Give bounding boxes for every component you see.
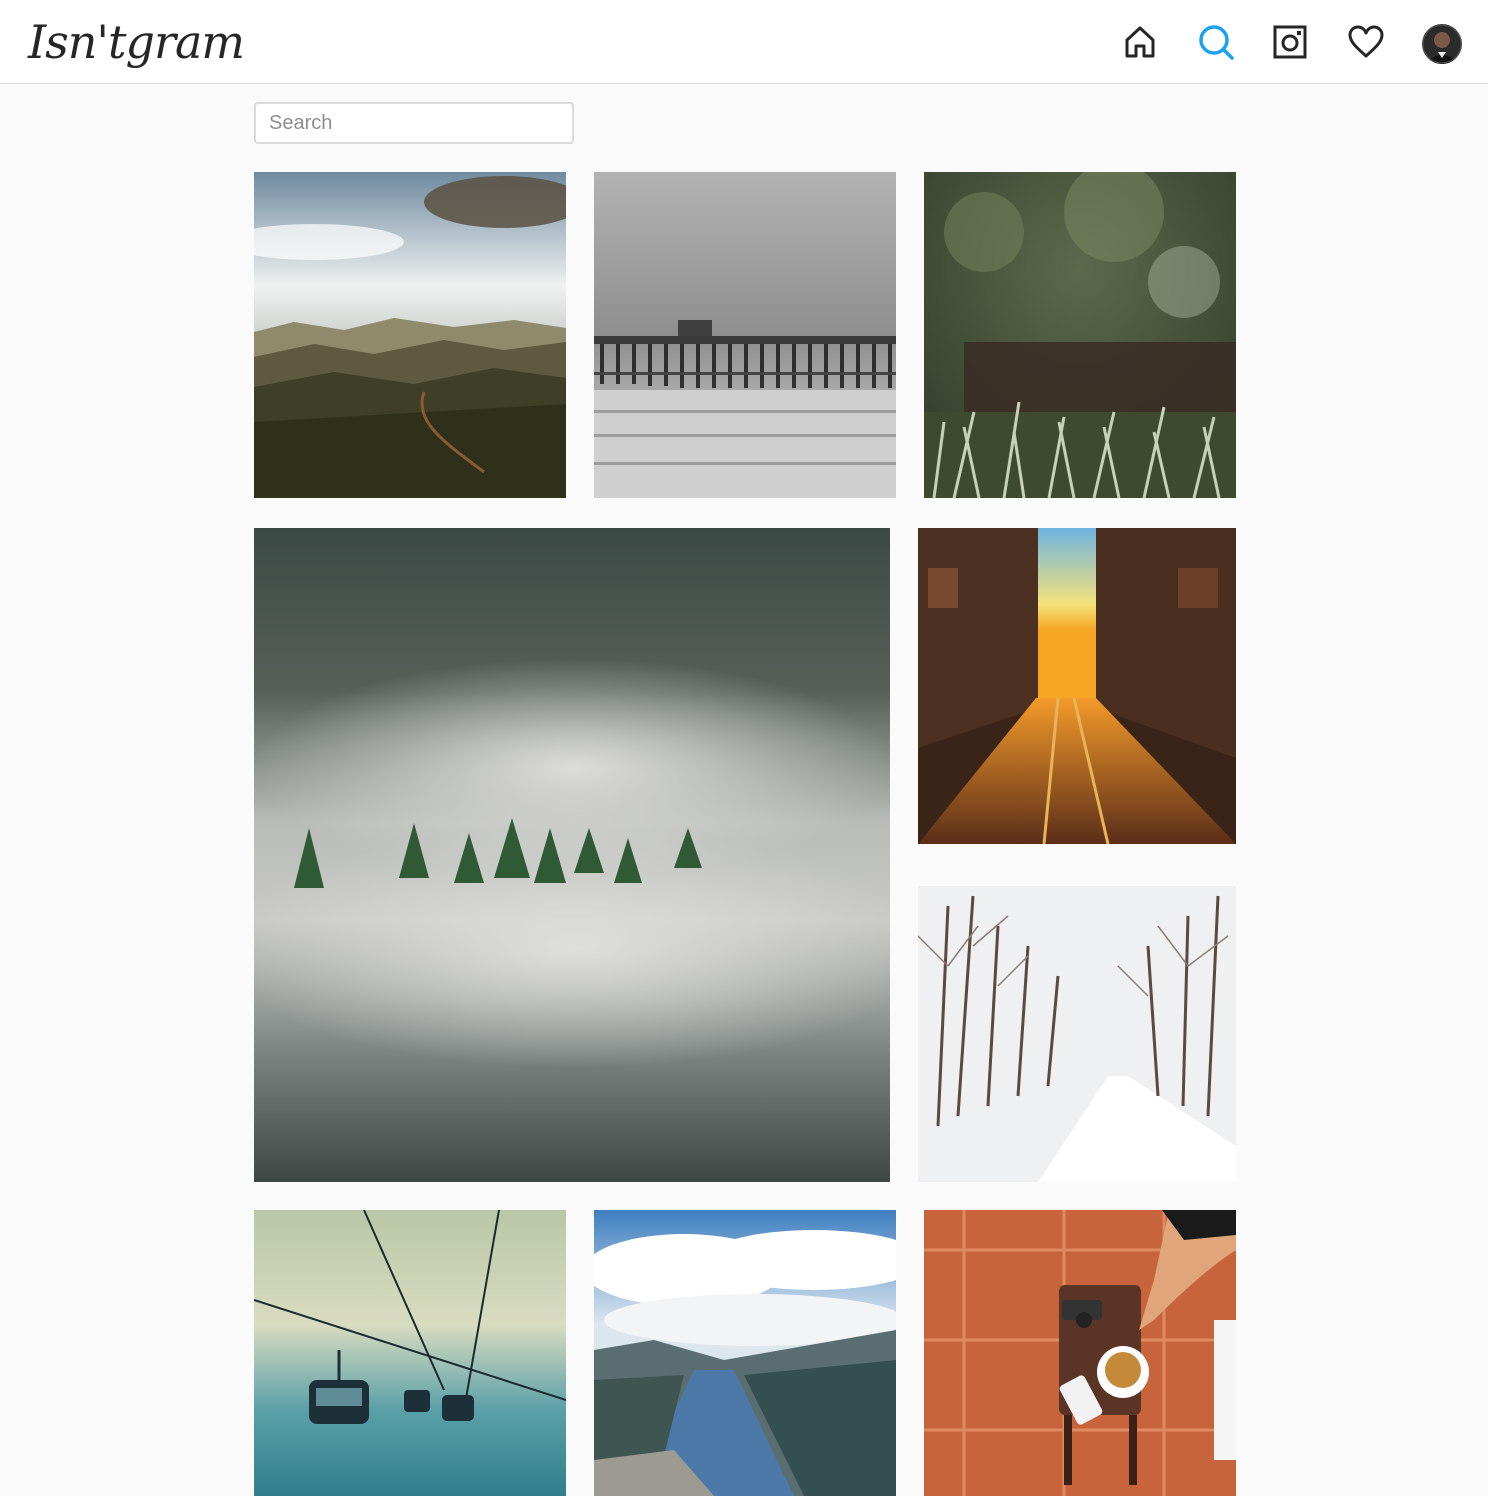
app-logo[interactable]: Isn'tgram bbox=[28, 6, 245, 78]
photo-fjord[interactable] bbox=[594, 1210, 896, 1496]
photo-pier[interactable] bbox=[594, 172, 896, 498]
photo-sunset-street[interactable] bbox=[918, 528, 1236, 844]
home-icon[interactable] bbox=[1120, 22, 1160, 62]
avatar[interactable] bbox=[1422, 24, 1462, 64]
heart-icon[interactable] bbox=[1346, 22, 1386, 62]
photo-coffee-table[interactable] bbox=[924, 1210, 1236, 1496]
top-navigation-bar: Isn'tgram bbox=[0, 0, 1488, 84]
search-input[interactable] bbox=[254, 102, 574, 144]
photo-snowy-road[interactable] bbox=[918, 886, 1236, 1182]
photo-mountain-valley[interactable] bbox=[254, 172, 566, 498]
camera-icon[interactable] bbox=[1270, 22, 1310, 62]
photo-ski-gondola[interactable] bbox=[254, 1210, 566, 1496]
search-icon[interactable] bbox=[1196, 22, 1236, 62]
photo-grass-bokeh[interactable] bbox=[924, 172, 1236, 498]
photo-misty-lake[interactable] bbox=[254, 528, 890, 1182]
